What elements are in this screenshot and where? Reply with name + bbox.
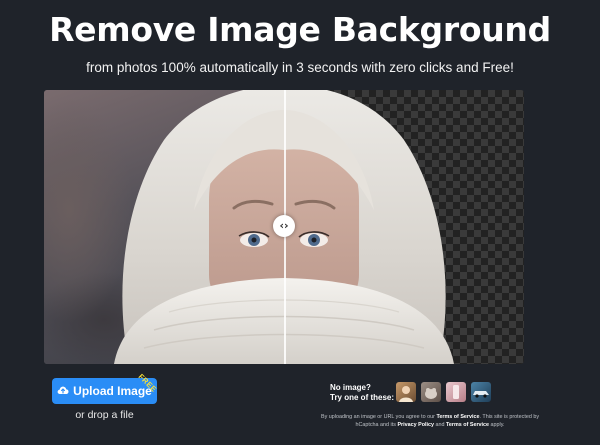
sample-thumbnails [396, 382, 491, 402]
terms-link[interactable]: Terms of Service [436, 414, 479, 420]
drop-file-hint: or drop a file [75, 409, 134, 421]
terms-link-2[interactable]: Terms of Service [446, 422, 489, 428]
before-after-comparison[interactable]: ‹› [44, 90, 524, 364]
legal-notice: By uploading an image or URL you agree t… [320, 414, 540, 428]
privacy-policy-link[interactable]: Privacy Policy [397, 422, 434, 428]
sample-thumbnail-car[interactable] [471, 382, 491, 402]
sample-prompt-line2: Try one of these: [330, 393, 395, 402]
sample-thumbnail-animal[interactable] [421, 382, 441, 402]
sample-thumbnail-person[interactable] [396, 382, 416, 402]
page-subtitle: from photos 100% automatically in 3 seco… [86, 60, 514, 75]
sample-prompt-line1: No image? [330, 383, 371, 392]
sample-prompt: No image? Try one of these: [330, 383, 394, 403]
upload-cloud-icon [57, 386, 69, 394]
chevrons-left-right-icon[interactable]: ‹› [273, 215, 295, 237]
sample-thumbnail-product[interactable] [446, 382, 466, 402]
upload-button-label: Upload Image [73, 384, 152, 398]
page-title: Remove Image Background [49, 10, 551, 49]
